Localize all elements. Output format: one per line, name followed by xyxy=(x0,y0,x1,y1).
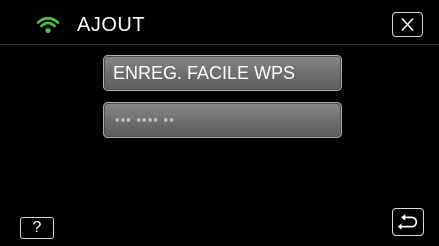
close-icon xyxy=(401,18,414,31)
wps-easy-registration-button[interactable]: ENREG. FACILE WPS xyxy=(103,55,342,91)
screen: AJOUT ENREG. FACILE WPS ▪▪▪ ▪▪▪▪ ▪▪ ? xyxy=(0,0,439,246)
close-button[interactable] xyxy=(392,12,423,37)
help-button[interactable]: ? xyxy=(20,217,54,239)
wps-easy-registration-label: ENREG. FACILE WPS xyxy=(113,63,296,83)
wifi-icon xyxy=(36,16,60,34)
page-title: AJOUT xyxy=(77,14,146,36)
header-divider xyxy=(0,44,439,45)
back-button[interactable] xyxy=(392,208,424,236)
masked-network-button[interactable]: ▪▪▪ ▪▪▪▪ ▪▪ xyxy=(103,102,342,138)
return-arrow-icon xyxy=(397,214,418,230)
masked-network-label: ▪▪▪ ▪▪▪▪ ▪▪ xyxy=(115,112,175,127)
